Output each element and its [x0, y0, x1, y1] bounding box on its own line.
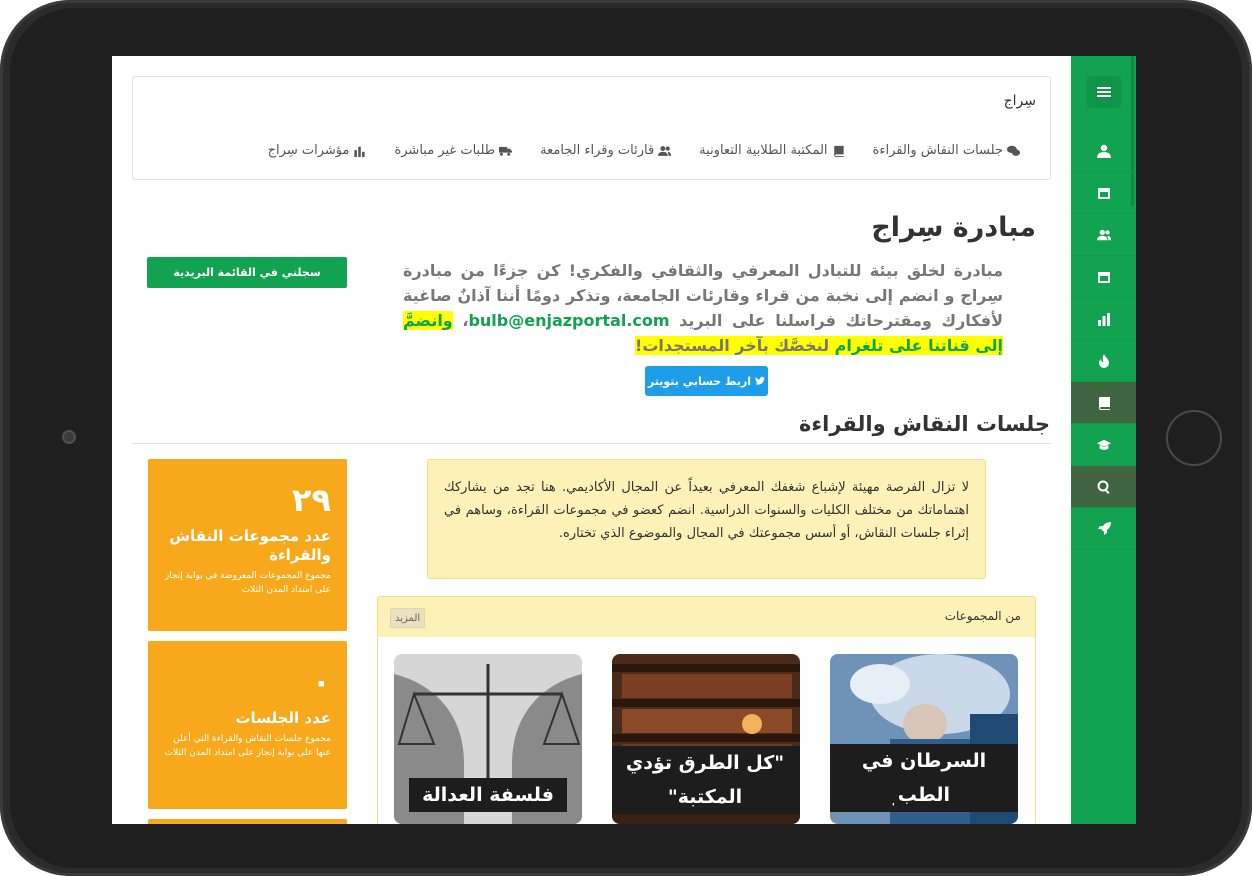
menu-toggle-button[interactable] [1087, 76, 1121, 108]
info-alert: لا تزال الفرصة مهيئة لإشباع شغفك المعرفي… [427, 459, 986, 579]
group-card[interactable]: "كل الطرق تؤدي إلى المكتبة" [612, 654, 800, 824]
nav-link-indicators[interactable]: مؤشرات سِراج [268, 143, 367, 158]
stat-label: عدد مجموعات النقاش والقراءة [169, 527, 331, 564]
stat-description: مجموع جلسات النقاش والقراءة التي أعلن عن… [164, 734, 331, 758]
menu-icon [1097, 85, 1111, 99]
nav-link-label: جلسات النقاش والقراءة [872, 143, 1003, 158]
nav-link-label: طلبات غير مباشرة [394, 143, 496, 158]
sidebar-item-events[interactable] [1071, 256, 1136, 298]
nav-link-library[interactable]: المكتبة الطلابية التعاونية [699, 143, 844, 158]
group-card[interactable]: السرطان في منظور الطب [830, 654, 1018, 824]
sidebar-item-library[interactable] [1071, 382, 1136, 424]
nav-link-readers[interactable]: قارئات وقراء الجامعة [540, 143, 672, 158]
comments-icon [1007, 145, 1020, 156]
stat-number: ٢٩ [291, 481, 331, 519]
calendar-icon [1097, 271, 1110, 283]
nav-link-label: مؤشرات سِراج [267, 143, 350, 158]
group-card[interactable]: فلسفة العدالة [394, 654, 582, 824]
page-title: مبادرة سِراج [871, 212, 1036, 243]
divider [132, 443, 1051, 444]
users-icon [658, 145, 672, 156]
sidebar-item-users[interactable] [1071, 214, 1136, 256]
home-button[interactable] [1166, 410, 1222, 466]
stat-label: عدد الجلسات [235, 709, 331, 727]
twitter-icon [755, 376, 766, 385]
sidebar-item-launch[interactable] [1071, 508, 1136, 550]
desc-text: لنخصَّك بآخر المستجدات! [635, 336, 835, 355]
users-icon [1096, 229, 1111, 240]
stat-box-sessions: ٠ عدد الجلسات مجموع جلسات النقاش والقراء… [148, 641, 347, 809]
screen: سِراج جلسات النقاش والقراءة المكتبة الطل… [112, 56, 1136, 824]
nav-link-label: قارئات وقراء الجامعة [540, 143, 655, 158]
desc-text: ، [452, 311, 469, 330]
mailing-list-button[interactable]: سجلني في القائمة البريدية [147, 257, 347, 288]
initiative-description: مبادرة لخلق بيئة للتبادل المعرفي والثقاف… [403, 258, 1003, 358]
calendar-icon [1097, 187, 1110, 199]
nav-link-label: المكتبة الطلابية التعاونية [699, 143, 828, 158]
stat-number: ٠ [311, 663, 331, 701]
truck-icon [499, 146, 513, 156]
group-caption: فلسفة العدالة [409, 778, 567, 812]
sidebar-item-calendar[interactable] [1071, 172, 1136, 214]
sidebar-item-profile[interactable] [1071, 130, 1136, 172]
tablet-frame: سِراج جلسات النقاش والقراءة المكتبة الطل… [0, 0, 1252, 876]
more-button[interactable]: المزيد [390, 608, 426, 628]
book-icon [833, 145, 844, 157]
nav-link-indirect[interactable]: طلبات غير مباشرة [394, 143, 513, 158]
sidebar-item-education[interactable] [1071, 424, 1136, 466]
section-title: جلسات النقاش والقراءة [799, 412, 1050, 436]
top-navbar: سِراج جلسات النقاش والقراءة المكتبة الطل… [132, 76, 1051, 180]
email-link[interactable]: bulb@enjazportal.com [468, 311, 669, 330]
graduation-cap-icon [1096, 439, 1111, 450]
panel-header: من المجموعات المزيد [378, 597, 1035, 637]
bar-chart-icon [1097, 312, 1110, 326]
nav-link-sessions[interactable]: جلسات النقاش والقراءة [873, 143, 1020, 158]
stat-description: مجموع المجموعات المعروضة في بوابة إنجاز … [164, 571, 331, 595]
nav-links: جلسات النقاش والقراءة المكتبة الطلابية ا… [268, 143, 1020, 158]
bar-chart-icon [354, 146, 366, 157]
sidebar-item-search[interactable] [1071, 466, 1136, 508]
groups-panel: من المجموعات المزيد السرطان في منظور الط… [377, 596, 1036, 824]
book-icon [1098, 396, 1110, 410]
group-caption: الطب [894, 778, 956, 812]
group-caption: المكتبة" [658, 780, 752, 814]
rocket-icon [1097, 521, 1111, 535]
sidebar-item-fire[interactable] [1071, 340, 1136, 382]
twitter-button-label: اربط حسابي بتويتر [647, 374, 752, 388]
stat-box-partial [148, 819, 347, 824]
camera [62, 430, 76, 444]
user-icon [1096, 144, 1111, 158]
brand-link[interactable]: سِراج [1004, 93, 1036, 109]
fire-icon [1098, 353, 1109, 368]
search-icon [1097, 480, 1110, 494]
sidebar-item-stats[interactable] [1071, 298, 1136, 340]
stat-box-groups: ٢٩ عدد مجموعات النقاش والقراءة مجموع الم… [148, 459, 347, 631]
twitter-connect-button[interactable]: اربط حسابي بتويتر [645, 366, 768, 396]
sidebar [1071, 56, 1136, 824]
panel-title: من المجموعات [944, 609, 1021, 623]
